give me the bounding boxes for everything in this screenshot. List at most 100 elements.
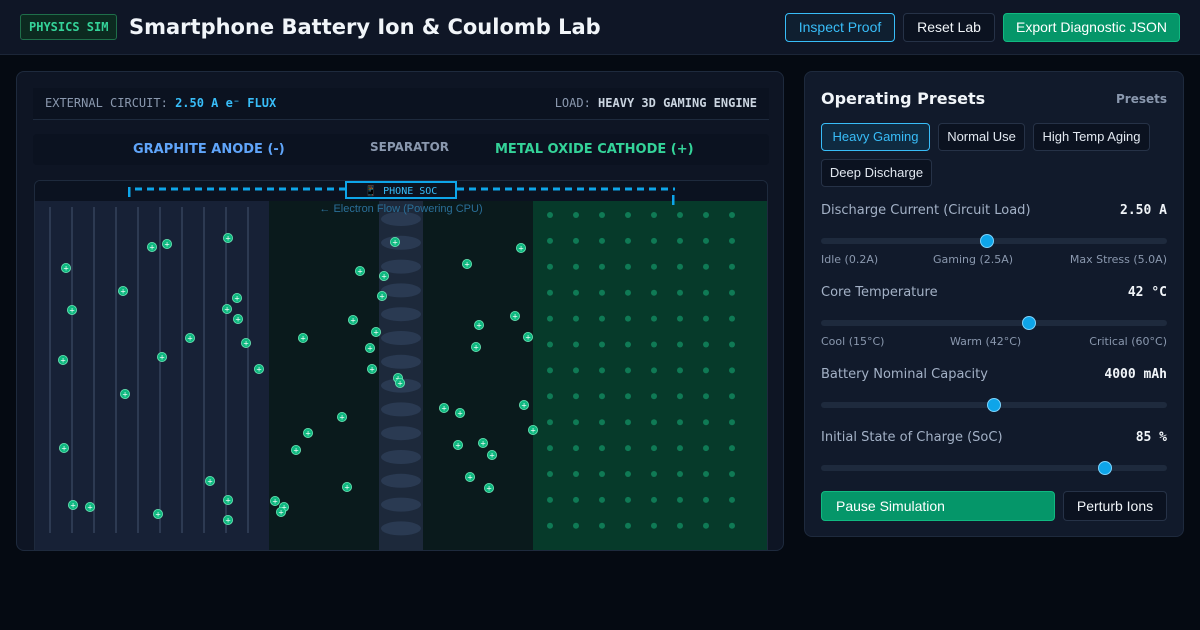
simulation-panel: EXTERNAL CIRCUIT: 2.50 A e⁻ FLUX LOAD: H… bbox=[16, 71, 784, 551]
ion-charge-label: + bbox=[235, 316, 241, 324]
discharge-current-slider[interactable] bbox=[821, 234, 1167, 248]
battery-capacity-thumb[interactable] bbox=[987, 398, 1001, 412]
ion-charge-label: + bbox=[224, 306, 230, 314]
lithium-ion: + bbox=[67, 305, 78, 316]
lithium-ion: + bbox=[394, 377, 405, 388]
lithium-ion: + bbox=[509, 310, 520, 321]
core-temperature-slider[interactable] bbox=[821, 316, 1167, 330]
lithium-ion: + bbox=[120, 388, 131, 399]
ion-charge-label: + bbox=[225, 235, 231, 243]
lithium-ion: + bbox=[302, 427, 313, 438]
ion-charge-label: + bbox=[473, 344, 479, 352]
lattice-site bbox=[625, 289, 631, 296]
battery-capacity-value: 4000 mAh bbox=[1104, 367, 1167, 382]
phone-soc-label: 📱 PHONE SOC bbox=[365, 184, 438, 197]
lattice-site bbox=[573, 393, 579, 400]
lattice-site bbox=[651, 445, 657, 452]
lattice-site bbox=[651, 315, 657, 322]
ion-charge-label: + bbox=[525, 334, 531, 342]
lattice-site bbox=[703, 445, 709, 452]
lattice-site bbox=[573, 341, 579, 348]
lattice-site bbox=[599, 341, 605, 348]
lithium-ion: + bbox=[354, 266, 365, 277]
ion-charge-label: + bbox=[480, 440, 486, 448]
lattice-site bbox=[677, 471, 683, 477]
lattice-site bbox=[677, 237, 683, 244]
ion-charge-label: + bbox=[234, 295, 240, 303]
export-json-button[interactable]: Export Diagnostic JSON bbox=[1003, 13, 1180, 42]
lithium-ion: + bbox=[57, 354, 68, 365]
lattice-site bbox=[599, 393, 605, 400]
inspect-proof-button[interactable]: Inspect Proof bbox=[785, 13, 895, 42]
reset-lab-button[interactable]: Reset Lab bbox=[903, 13, 995, 42]
lithium-ion: + bbox=[515, 243, 526, 254]
ion-charge-label: + bbox=[464, 261, 470, 269]
lithium-ion: + bbox=[341, 481, 352, 492]
lattice-site bbox=[703, 237, 709, 244]
lattice-site bbox=[729, 522, 735, 529]
lattice-site bbox=[677, 367, 683, 374]
lattice-site bbox=[651, 419, 657, 426]
lattice-site bbox=[729, 367, 735, 374]
external-circuit-readout: EXTERNAL CIRCUIT: 2.50 A e⁻ FLUX bbox=[45, 88, 276, 118]
lattice-site bbox=[599, 419, 605, 426]
scale-max: Max Stress (5.0A) bbox=[1069, 253, 1167, 266]
ion-charge-label: + bbox=[207, 478, 213, 486]
lattice-site bbox=[703, 212, 709, 218]
lattice-site bbox=[703, 289, 709, 296]
lithium-ion: + bbox=[153, 508, 164, 519]
core-temperature-thumb[interactable] bbox=[1021, 316, 1036, 330]
preset-normal-use[interactable]: Normal Use bbox=[938, 123, 1025, 151]
scale-min: Cool (15°C) bbox=[821, 335, 885, 348]
ion-charge-label: + bbox=[60, 357, 66, 365]
ion-charge-label: + bbox=[256, 366, 262, 374]
lattice-site bbox=[625, 315, 631, 322]
lithium-ion: + bbox=[253, 363, 264, 374]
app-title: Smartphone Battery Ion & Coulomb Lab bbox=[129, 15, 601, 39]
region-labels: GRAPHITE ANODE (-) SEPARATOR METAL OXIDE… bbox=[33, 134, 769, 165]
ion-charge-label: + bbox=[300, 335, 306, 343]
separator-pore bbox=[381, 283, 421, 298]
lattice-site bbox=[547, 341, 553, 348]
lattice-site bbox=[625, 367, 631, 374]
lattice-site bbox=[703, 496, 709, 503]
ion-charge-label: + bbox=[392, 239, 398, 247]
preset-heavy-gaming[interactable]: Heavy Gaming bbox=[821, 123, 930, 151]
lattice-site bbox=[729, 212, 735, 218]
lattice-site bbox=[651, 496, 657, 503]
lattice-site bbox=[729, 263, 735, 270]
lithium-ion: + bbox=[483, 482, 494, 493]
lattice-site bbox=[729, 289, 735, 296]
external-circuit-bar: EXTERNAL CIRCUIT: 2.50 A e⁻ FLUX LOAD: H… bbox=[33, 88, 769, 120]
battery-canvas[interactable]: 📱 PHONE SOC ← Electron Flow (Powering CP… bbox=[34, 180, 768, 550]
scale-mid: Warm (42°C) bbox=[950, 335, 1022, 348]
preset-deep-discharge[interactable]: Deep Discharge bbox=[821, 159, 932, 187]
lithium-ion: + bbox=[454, 407, 465, 418]
lattice-site bbox=[573, 445, 579, 452]
ion-charge-label: + bbox=[293, 447, 299, 455]
discharge-current-thumb[interactable] bbox=[980, 234, 995, 248]
lattice-site bbox=[625, 522, 631, 529]
lithium-ion: + bbox=[162, 239, 173, 250]
separator-pore bbox=[381, 521, 421, 536]
presets-tag: Presets bbox=[1115, 92, 1167, 106]
pause-simulation-button[interactable]: Pause Simulation bbox=[821, 491, 1055, 521]
perturb-ions-button[interactable]: Perturb Ions bbox=[1063, 491, 1167, 521]
state-of-charge-thumb[interactable] bbox=[1097, 461, 1112, 475]
lattice-site bbox=[651, 237, 657, 244]
battery-capacity-slider[interactable] bbox=[821, 398, 1167, 412]
preset-high-temp-aging[interactable]: High Temp Aging bbox=[1033, 123, 1150, 151]
lattice-site bbox=[599, 289, 605, 296]
lithium-ion: + bbox=[347, 314, 358, 325]
lattice-site bbox=[625, 341, 631, 348]
lithium-ion: + bbox=[438, 402, 449, 413]
lithium-ion: + bbox=[461, 259, 472, 270]
core-temperature-value: 42 °C bbox=[1127, 285, 1167, 300]
scale-mid: Gaming (2.5A) bbox=[933, 253, 1014, 266]
lattice-site bbox=[651, 367, 657, 374]
lithium-ion: + bbox=[269, 495, 280, 506]
ion-charge-label: + bbox=[344, 484, 350, 492]
ion-charge-label: + bbox=[373, 329, 379, 337]
lattice-site bbox=[729, 341, 735, 348]
state-of-charge-slider[interactable] bbox=[821, 461, 1167, 475]
